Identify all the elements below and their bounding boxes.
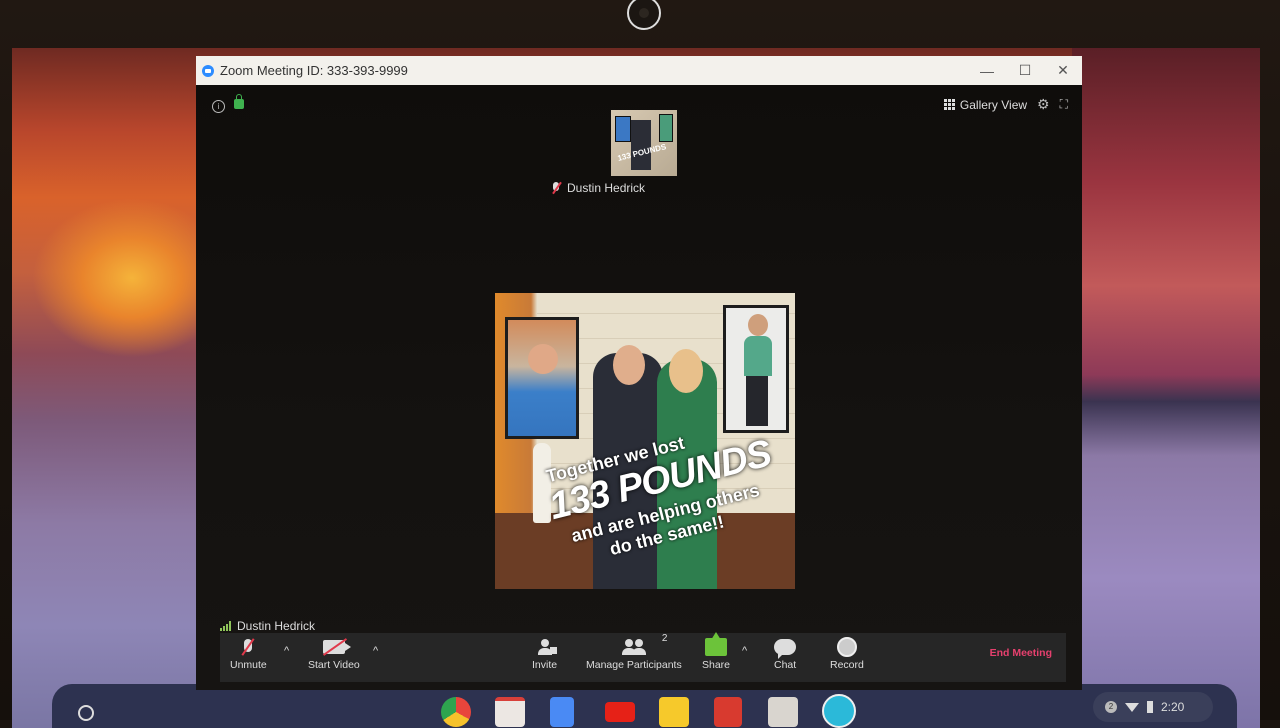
notification-icon[interactable]: 2 [1105,701,1117,713]
thumbnail-name-label: Dustin Hedrick [551,181,645,195]
shelf-app-keep[interactable] [659,697,689,727]
title-bar: Zoom Meeting ID: 333-393-9999 — ☐ ✕ [196,56,1082,85]
chromeos-shelf: 2 2:20 [52,684,1237,728]
shelf-app-zoom[interactable] [822,694,856,728]
battery-icon [1147,701,1153,713]
video-off-icon [322,640,351,654]
wifi-icon [1125,702,1139,712]
start-video-label: Start Video [308,659,360,671]
shelf-app-docs[interactable] [550,697,574,727]
maximize-button[interactable]: ☐ [1006,56,1044,85]
wallpaper-right [1072,48,1260,728]
zoom-app-icon [202,64,214,77]
record-icon [836,637,857,657]
share-button[interactable]: Share [702,632,731,671]
meeting-toolbar: Unmute ^ Start Video ^ Invite 2 Manage P… [220,632,1066,682]
gear-icon[interactable]: ⚙ [1037,96,1050,113]
clock: 2:20 [1161,700,1185,714]
shelf-app-youtube[interactable] [605,702,635,722]
minimize-button[interactable]: — [968,56,1006,85]
gallery-view-label: Gallery View [959,97,1028,112]
signal-strength-icon [220,621,231,631]
share-screen-icon [705,632,728,656]
manage-participants-label: Manage Participants [586,659,682,671]
thumbnail-participant-name: Dustin Hedrick [567,181,646,195]
record-button[interactable]: Record [830,635,864,671]
mic-off-icon [551,182,561,194]
invite-button[interactable]: Invite [532,635,558,671]
fullscreen-icon[interactable]: ⛶ [1060,97,1068,112]
self-name-label: Dustin Hedrick [220,619,315,633]
audio-options-caret[interactable]: ^ [284,645,289,657]
shelf-app-chrome[interactable] [441,697,471,727]
shelf-app-webstore[interactable] [768,697,798,727]
manage-participants-button[interactable]: 2 Manage Participants [586,633,682,671]
chat-button[interactable]: Chat [774,635,796,671]
video-options-caret[interactable]: ^ [373,645,378,657]
window-title: Zoom Meeting ID: 333-393-9999 [220,63,408,78]
unmute-label: Unmute [230,659,267,671]
shelf-app-bookmarks[interactable] [714,697,742,727]
chat-icon [774,639,797,659]
invite-icon [537,639,558,655]
info-icon[interactable]: i [212,100,225,113]
lock-icon[interactable] [234,94,244,109]
webcam-icon [627,0,661,30]
self-name: Dustin Hedrick [237,619,316,633]
launcher-icon[interactable] [78,705,94,721]
share-options-caret[interactable]: ^ [742,645,747,657]
close-button[interactable]: ✕ [1044,56,1082,85]
gallery-view-button[interactable]: Gallery View [943,97,1028,112]
participant-thumbnail[interactable]: 133 POUNDS [611,110,677,176]
meeting-stage: i Gallery View ⚙ ⛶ 133 POUNDS Dustin Hed… [196,85,1082,690]
shared-video-image: Together we lost 133 POUNDS and are help… [495,293,795,589]
participant-count: 2 [661,633,668,644]
promo-text: Together we lost 133 POUNDS and are help… [495,293,795,589]
chat-label: Chat [774,659,797,671]
unmute-button[interactable]: Unmute [230,635,267,671]
mic-muted-icon [243,639,253,655]
start-video-button[interactable]: Start Video [308,635,360,671]
invite-label: Invite [532,659,558,671]
record-label: Record [830,659,864,671]
grid-icon [943,99,955,110]
system-tray[interactable]: 2 2:20 [1093,692,1213,722]
shelf-app-gmail[interactable] [495,697,525,727]
end-meeting-button[interactable]: End Meeting [990,647,1052,659]
share-label: Share [702,659,731,671]
zoom-window: Zoom Meeting ID: 333-393-9999 — ☐ ✕ i Ga… [196,56,1082,690]
